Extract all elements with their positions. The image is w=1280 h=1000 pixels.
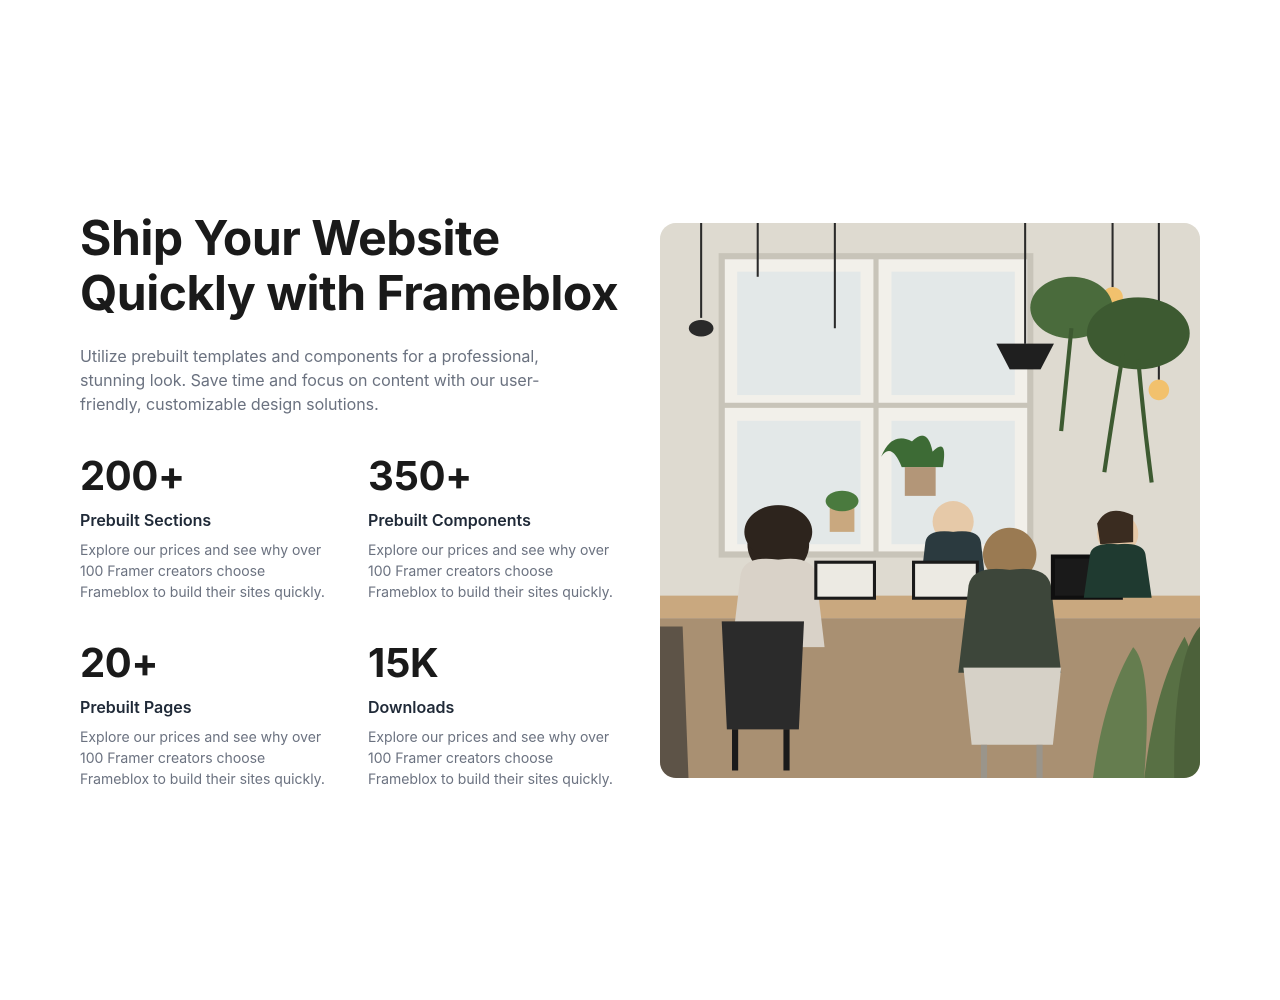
- stat-value: 20+: [80, 643, 332, 683]
- stat-desc: Explore our prices and see why over 100 …: [80, 727, 330, 790]
- stat-prebuilt-sections: 200+ Prebuilt Sections Explore our price…: [80, 456, 332, 603]
- content-column: Ship Your Website Quickly with Frameblox…: [80, 210, 620, 790]
- stat-label: Downloads: [368, 697, 620, 717]
- stat-downloads: 15K Downloads Explore our prices and see…: [368, 643, 620, 790]
- stat-prebuilt-components: 350+ Prebuilt Components Explore our pri…: [368, 456, 620, 603]
- stat-value: 15K: [368, 643, 620, 683]
- stat-label: Prebuilt Pages: [80, 697, 332, 717]
- stat-desc: Explore our prices and see why over 100 …: [368, 727, 618, 790]
- stats-grid: 200+ Prebuilt Sections Explore our price…: [80, 456, 620, 790]
- stat-label: Prebuilt Components: [368, 510, 620, 530]
- stat-prebuilt-pages: 20+ Prebuilt Pages Explore our prices an…: [80, 643, 332, 790]
- stat-label: Prebuilt Sections: [80, 510, 332, 530]
- hero-image: [660, 223, 1200, 778]
- headline: Ship Your Website Quickly with Frameblox: [80, 210, 620, 320]
- subheadline: Utilize prebuilt templates and component…: [80, 344, 600, 416]
- stat-value: 200+: [80, 456, 332, 496]
- hero-image-column: [660, 223, 1200, 778]
- stat-desc: Explore our prices and see why over 100 …: [80, 540, 330, 603]
- stat-value: 350+: [368, 456, 620, 496]
- stat-desc: Explore our prices and see why over 100 …: [368, 540, 618, 603]
